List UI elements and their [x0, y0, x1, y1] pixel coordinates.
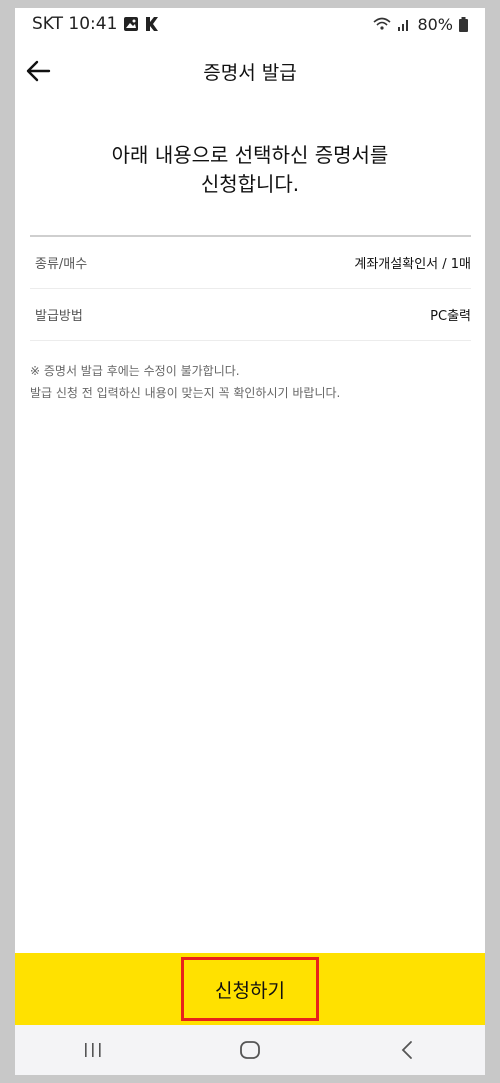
app-bar: 증명서 발급: [15, 48, 485, 94]
screen: SKT 10:41 80% 증명서 발급 아래 내용으로 선택하신 증명서를 신…: [15, 8, 485, 1075]
confirmation-headline: 아래 내용으로 선택하신 증명서를 신청합니다.: [15, 141, 485, 199]
wifi-icon: [373, 17, 391, 31]
recent-apps-button[interactable]: [63, 1030, 123, 1070]
back-button[interactable]: [19, 52, 57, 90]
row-value: PC출력: [430, 309, 471, 324]
home-button[interactable]: [220, 1030, 280, 1070]
recent-apps-icon: [85, 1043, 101, 1057]
action-bar: 신청하기: [15, 953, 485, 1025]
summary-table: 종류/매수 계좌개설확인서 / 1매 발급방법 PC출력: [30, 235, 471, 341]
status-left: SKT 10:41: [32, 14, 159, 34]
back-nav-icon: [401, 1041, 412, 1059]
battery-percent: 80%: [417, 14, 453, 34]
carrier-time: SKT 10:41: [32, 14, 118, 34]
k-app-icon: [145, 16, 159, 32]
system-nav-bar: [15, 1025, 485, 1075]
device-frame: SKT 10:41 80% 증명서 발급 아래 내용으로 선택하신 증명서를 신…: [0, 0, 500, 1083]
gallery-icon: [123, 16, 139, 32]
summary-row-type: 종류/매수 계좌개설확인서 / 1매: [30, 237, 471, 289]
headline-line-2: 신청합니다.: [200, 172, 300, 196]
row-value: 계좌개설확인서 / 1매: [354, 257, 471, 272]
apply-button[interactable]: 신청하기: [181, 957, 319, 1021]
arrow-left-icon: [26, 60, 51, 82]
notice-line-2: 발급 신청 전 입력하신 내용이 맞는지 꼭 확인하시기 바랍니다.: [30, 386, 341, 400]
status-bar: SKT 10:41 80%: [15, 8, 485, 40]
page-title: 증명서 발급: [203, 61, 297, 84]
back-nav-button[interactable]: [377, 1030, 437, 1070]
notice-line-1: ※ 증명서 발급 후에는 수정이 불가합니다.: [30, 364, 240, 378]
notice-text: ※ 증명서 발급 후에는 수정이 불가합니다. 발급 신청 전 입력하신 내용이…: [30, 360, 475, 404]
battery-icon: [459, 16, 468, 32]
row-label: 종류/매수: [35, 257, 88, 272]
home-icon: [240, 1041, 260, 1059]
headline-line-1: 아래 내용으로 선택하신 증명서를: [111, 143, 389, 167]
row-label: 발급방법: [35, 309, 83, 324]
status-right: 80%: [373, 15, 468, 34]
summary-row-method: 발급방법 PC출력: [30, 289, 471, 341]
signal-icon: [397, 17, 411, 31]
